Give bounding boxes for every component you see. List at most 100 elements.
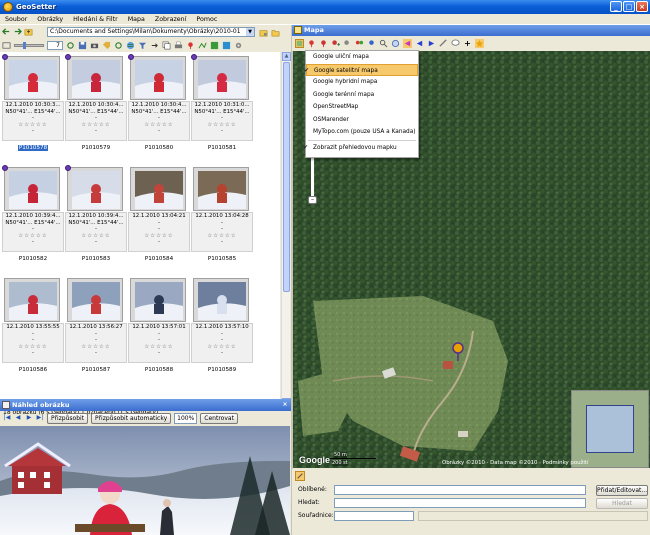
add-edit-button[interactable]: Přidat/Editovat...	[596, 485, 648, 496]
pin-icon[interactable]	[319, 39, 328, 48]
left-arrow-blue-icon[interactable]	[415, 39, 424, 48]
menu-hledani-filtr[interactable]: Hledání & Filtr	[68, 16, 123, 23]
fit-button[interactable]: Přizpůsobit	[47, 412, 89, 424]
edit-pencil-icon[interactable]	[295, 471, 305, 481]
export-icon[interactable]	[210, 41, 219, 50]
arrow-icon[interactable]	[150, 41, 159, 50]
thumbnail-photo[interactable]	[4, 167, 60, 211]
thumbnail-scrollbar[interactable]: ▲ ▼	[281, 52, 291, 407]
thumbnail-item[interactable]: 12.1.2010 13:04:28- - ☆☆☆☆☆ - P1010585	[191, 165, 253, 265]
folder-lock-icon[interactable]	[259, 28, 268, 37]
route-icon[interactable]	[367, 39, 376, 48]
next-image-icon[interactable]: ▶	[25, 414, 33, 422]
thumbnail-photo[interactable]	[4, 56, 60, 100]
thumbnail-photo[interactable]	[130, 278, 186, 322]
map-type-osmarender[interactable]: OSMarender	[306, 114, 418, 127]
kml-icon[interactable]	[222, 41, 231, 50]
globe-icon[interactable]	[126, 41, 135, 50]
zoom-select[interactable]: 100%	[174, 412, 198, 424]
scroll-thumb[interactable]	[283, 62, 290, 292]
tools-icon[interactable]	[439, 39, 448, 48]
toggle-overview-map[interactable]: ✔ Zobrazit přehledovou mapku	[303, 142, 418, 155]
map-type-openstreetmap[interactable]: OpenStreetMap	[306, 101, 418, 114]
refresh-icon[interactable]	[66, 41, 75, 50]
menu-zobrazeni[interactable]: Zobrazení	[150, 16, 192, 23]
thumbnail-item[interactable]: 12.1.2010 10:39:4... N50°41'... E15°44'..…	[65, 165, 127, 265]
pin-add-icon[interactable]	[331, 39, 340, 48]
center-button[interactable]: Centrovat	[200, 412, 238, 424]
thumbnail-photo[interactable]	[130, 167, 186, 211]
map-type-google-hybrid[interactable]: Google hybridní mapa	[306, 76, 418, 89]
menu-mapa[interactable]: Mapa	[123, 16, 150, 23]
map-type-google-street[interactable]: Google uliční mapa	[306, 51, 418, 64]
print-icon[interactable]	[174, 41, 183, 50]
thumbnail-photo[interactable]	[4, 278, 60, 322]
thumbnail-item[interactable]: 12.1.2010 10:31:0... N50°41'... E15°44'..…	[191, 54, 253, 154]
thumbnail-photo[interactable]	[193, 278, 249, 322]
target-icon[interactable]	[391, 39, 400, 48]
thumbnail-item[interactable]: 12.1.2010 13:56:27- - ☆☆☆☆☆ - P1010587	[65, 276, 127, 376]
folder-path-input[interactable]: C:\Documents and Settings\Milan\Dokument…	[47, 27, 255, 37]
camera-icon[interactable]	[90, 41, 99, 50]
search-button[interactable]: Hledat	[596, 498, 648, 509]
thumbnail-photo[interactable]	[67, 56, 123, 100]
speech-bubble-icon[interactable]	[451, 39, 460, 48]
gps-track-icon[interactable]	[198, 41, 207, 50]
menu-pomoc[interactable]: Pomoc	[191, 16, 222, 23]
close-button[interactable]: ×	[636, 1, 648, 12]
map-pin-icon[interactable]	[186, 41, 195, 50]
thumbnail-grid[interactable]: 12.1.2010 10:30:3... N50°41'... E15°44'..…	[0, 52, 280, 407]
minimize-button[interactable]: _	[610, 1, 622, 12]
filter-icon[interactable]	[138, 41, 147, 50]
thumbnail-item[interactable]: 12.1.2010 10:39:4... N50°41'... E15°44'..…	[2, 165, 64, 265]
thumbnail-item[interactable]: 12.1.2010 13:55:55- - ☆☆☆☆☆ - P1010586	[2, 276, 64, 376]
previous-image-icon[interactable]: ◀	[14, 414, 22, 422]
coordinates-input[interactable]	[334, 511, 414, 521]
copy-icon[interactable]	[162, 41, 171, 50]
sync-icon[interactable]	[114, 41, 123, 50]
zoom-slider-knob[interactable]: –	[308, 196, 317, 204]
fit-auto-button[interactable]: Přizpůsobit automaticky	[91, 412, 172, 424]
folder-open-icon[interactable]	[271, 28, 280, 37]
settings-icon[interactable]	[234, 41, 243, 50]
thumbnail-photo[interactable]	[67, 278, 123, 322]
overview-map[interactable]	[571, 390, 649, 468]
thumbnail-size-slider[interactable]	[14, 41, 44, 49]
close-icon[interactable]: ×	[281, 401, 289, 409]
thumbnail-item[interactable]: 12.1.2010 10:30:4... N50°41'... E15°44'..…	[65, 54, 127, 154]
thumbnail-item[interactable]: 12.1.2010 13:04:21- - ☆☆☆☆☆ - P1010584	[128, 165, 190, 265]
back-icon[interactable]	[2, 27, 11, 36]
crosshair-icon[interactable]: +	[463, 39, 472, 48]
thumbnail-item[interactable]: 12.1.2010 13:57:10- - ☆☆☆☆☆ - P1010589	[191, 276, 253, 376]
map-type-google-satellite[interactable]: ✔ Google satelitní mapa	[304, 63, 418, 76]
star-icon[interactable]	[475, 39, 484, 48]
thumbnail-item[interactable]: 12.1.2010 10:30:4... N50°41'... E15°44'..…	[128, 54, 190, 154]
right-arrow-blue-icon[interactable]	[427, 39, 436, 48]
maximize-button[interactable]: □	[623, 1, 635, 12]
menu-obrazky[interactable]: Obrázky	[32, 16, 68, 23]
thumbnail-photo[interactable]	[67, 167, 123, 211]
last-image-icon[interactable]: ▶|	[36, 414, 44, 422]
pins-icon[interactable]	[355, 39, 364, 48]
save-icon[interactable]	[78, 41, 87, 50]
chevron-down-icon[interactable]: ▼	[246, 28, 254, 36]
search-icon[interactable]	[379, 39, 388, 48]
overview-viewport[interactable]	[586, 405, 634, 453]
red-pin-icon[interactable]	[307, 39, 316, 48]
thumbnail-photo[interactable]	[193, 56, 249, 100]
menu-soubor[interactable]: Soubor	[0, 16, 32, 23]
favorites-select[interactable]	[334, 485, 586, 495]
thumbnail-size-spinner[interactable]: 7	[47, 40, 63, 50]
forward-icon[interactable]	[13, 27, 22, 36]
scroll-up-button[interactable]: ▲	[282, 52, 291, 61]
map-type-google-terrain[interactable]: Google terénní mapa	[306, 89, 418, 102]
tag-icon[interactable]	[102, 41, 111, 50]
thumbnail-photo[interactable]	[193, 167, 249, 211]
thumbnail-photo[interactable]	[130, 56, 186, 100]
left-arrow-pink-icon[interactable]	[403, 39, 412, 48]
search-input[interactable]	[334, 498, 586, 508]
thumbnail-item[interactable]: 12.1.2010 10:30:3... N50°41'... E15°44'..…	[2, 54, 64, 154]
pin-remove-icon[interactable]	[343, 39, 352, 48]
folder-up-icon[interactable]	[24, 27, 33, 36]
thumbnail-item[interactable]: 12.1.2010 13:57:01- - ☆☆☆☆☆ - P1010588	[128, 276, 190, 376]
